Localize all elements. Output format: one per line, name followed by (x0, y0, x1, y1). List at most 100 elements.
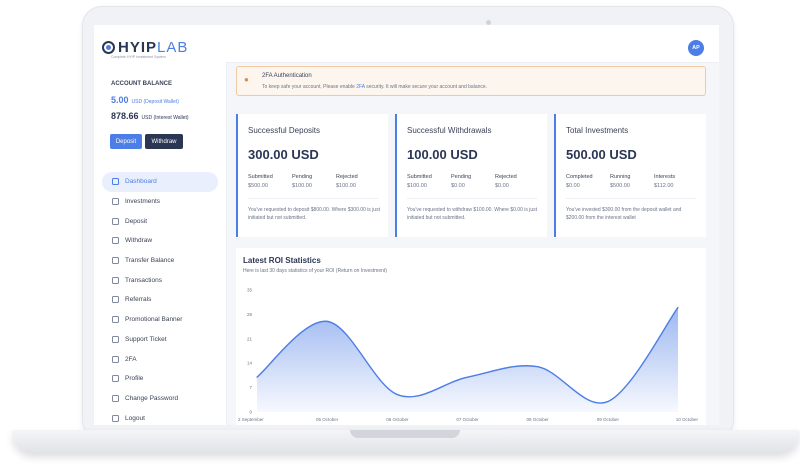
stat-value: $0.00 (566, 183, 580, 189)
stat-label: Rejected (336, 174, 358, 180)
enable-2fa-link[interactable]: 2FA (356, 84, 365, 90)
x-tick-label: 09 October (597, 417, 620, 422)
sidebar-item-label: Investments (125, 198, 161, 206)
2fa-alert: ● 2FA Authentication To keep safe your a… (236, 66, 706, 96)
stat: Running $500.00 (610, 174, 654, 189)
sidebar-item-transactions[interactable]: Transactions (102, 270, 218, 290)
card-divider (566, 198, 696, 199)
deposit-button[interactable]: Deposit (110, 134, 142, 149)
sidebar-item-2fa[interactable]: 2FA (102, 349, 218, 369)
deposit-wallet-balance: 5.00 USD (Deposit Wallet) (111, 95, 179, 105)
y-tick-label: 35 (247, 288, 253, 293)
stat-label: Completed (566, 174, 593, 180)
stat-label: Pending (292, 174, 313, 180)
stat-value: $0.00 (495, 183, 509, 189)
card-successful-withdrawals: Successful Withdrawals 100.00 USD Submit… (395, 114, 547, 237)
stat-value: $500.00 (248, 183, 268, 189)
y-tick-label: 28 (247, 312, 253, 317)
roi-point[interactable] (326, 320, 328, 322)
logo-text-a: HYIP (118, 39, 158, 56)
logo-icon (102, 41, 115, 54)
sidebar-item-label: Logout (125, 414, 145, 422)
stat: Pending $100.00 (292, 174, 336, 189)
key-icon (112, 394, 119, 402)
card-divider (248, 198, 378, 199)
stat-label: Pending (451, 174, 472, 180)
sidebar-item-label: Transfer Balance (125, 257, 175, 265)
sidebar-nav: Dashboard Investments Deposit Withdraw T… (102, 172, 218, 425)
interest-wallet-label: USD (Interest Wallet) (141, 115, 189, 121)
investments-icon (112, 198, 119, 206)
stat: Interests $112.00 (654, 174, 698, 189)
sidebar-item-dashboard[interactable]: Dashboard (102, 172, 218, 192)
card-note: You've invested $300.00 from the deposit… (566, 207, 682, 221)
stat-value: $0.00 (451, 183, 465, 189)
card-stats: Completed $0.00 Running $500.00 Interests $… (566, 174, 698, 189)
shield-icon (112, 355, 119, 363)
laptop-notch (350, 430, 460, 438)
users-icon: ● (244, 75, 249, 84)
top-header: AP (226, 25, 719, 63)
sidebar-item-label: Dashboard (125, 178, 157, 186)
sidebar-item-profile[interactable]: Profile (102, 369, 218, 389)
y-tick-label: 0 (249, 410, 252, 415)
stat: Submitted $100.00 (407, 174, 451, 189)
stat-value: $100.00 (407, 183, 427, 189)
stat: Rejected $100.00 (336, 174, 380, 189)
dashboard-icon (112, 178, 119, 186)
card-title: Successful Withdrawals (407, 126, 492, 135)
interest-wallet-balance: 878.66 USD (Interest Wallet) (111, 111, 189, 121)
sidebar-item-label: 2FA (125, 355, 137, 363)
card-successful-deposits: Successful Deposits 300.00 USD Submitted… (236, 114, 388, 237)
sidebar-item-label: Profile (125, 375, 144, 383)
sidebar-item-label: Change Password (125, 394, 179, 402)
logo-text-b: LAB (157, 39, 189, 56)
roi-point[interactable] (396, 393, 398, 396)
transfer-icon (112, 257, 119, 265)
card-stats: Submitted $100.00 Pending $0.00 Rejected $0… (407, 174, 539, 189)
stat-value: $112.00 (654, 183, 674, 189)
x-tick-label: 10 October (676, 417, 699, 422)
sidebar-item-label: Promotional Banner (125, 316, 183, 324)
stat-label: Submitted (407, 174, 432, 180)
stat: Rejected $0.00 (495, 174, 539, 189)
card-amount: 500.00 USD (566, 147, 637, 162)
sidebar-item-investments[interactable]: Investments (102, 192, 218, 212)
sidebar-item-referrals[interactable]: Referrals (102, 290, 218, 310)
stat: Submitted $500.00 (248, 174, 292, 189)
stat-value: $500.00 (610, 183, 630, 189)
sidebar-item-promotional-banner[interactable]: Promotional Banner (102, 310, 218, 330)
sidebar-item-transfer-balance[interactable]: Transfer Balance (102, 251, 218, 271)
sidebar-item-deposit[interactable]: Deposit (102, 211, 218, 231)
withdraw-icon (112, 237, 119, 245)
card-total-investments: Total Investments 500.00 USD Completed $0… (554, 114, 706, 237)
logo[interactable]: HYIPLAB (102, 39, 188, 56)
card-title: Total Investments (566, 126, 629, 135)
withdraw-button[interactable]: Withdraw (145, 134, 183, 149)
deposit-icon (112, 217, 119, 225)
account-balance-title: ACCOUNT BALANCE (111, 81, 172, 87)
referrals-icon (112, 296, 119, 304)
sidebar-item-change-password[interactable]: Change Password (102, 389, 218, 409)
sidebar-item-support-ticket[interactable]: Support Ticket (102, 330, 218, 350)
roi-point[interactable] (256, 376, 258, 378)
sidebar-item-label: Support Ticket (125, 335, 167, 343)
stat-label: Submitted (248, 174, 273, 180)
sidebar-item-label: Deposit (125, 217, 148, 225)
banner-icon (112, 316, 119, 324)
roi-chart-card: Latest ROI Statistics Here is last 30 da… (236, 248, 706, 425)
sidebar-item-withdraw[interactable]: Withdraw (102, 231, 218, 251)
stat-value: $100.00 (336, 183, 356, 189)
roi-point[interactable] (607, 400, 609, 403)
roi-point[interactable] (466, 376, 469, 378)
alert-text: To keep safe your account, Please enable… (262, 84, 487, 90)
transactions-icon (112, 276, 119, 284)
avatar[interactable]: AP (688, 40, 704, 56)
roi-point[interactable] (537, 366, 539, 368)
sidebar-item-logout[interactable]: Logout (102, 408, 218, 425)
card-title: Successful Deposits (248, 126, 321, 135)
x-tick-label: 05 October (316, 417, 339, 422)
x-tick-label: 06 October (386, 417, 409, 422)
roi-chart: 0 7 14 21 28 35 2 September 05 October 06 Octobe… (238, 288, 699, 423)
roi-point[interactable] (677, 306, 679, 309)
